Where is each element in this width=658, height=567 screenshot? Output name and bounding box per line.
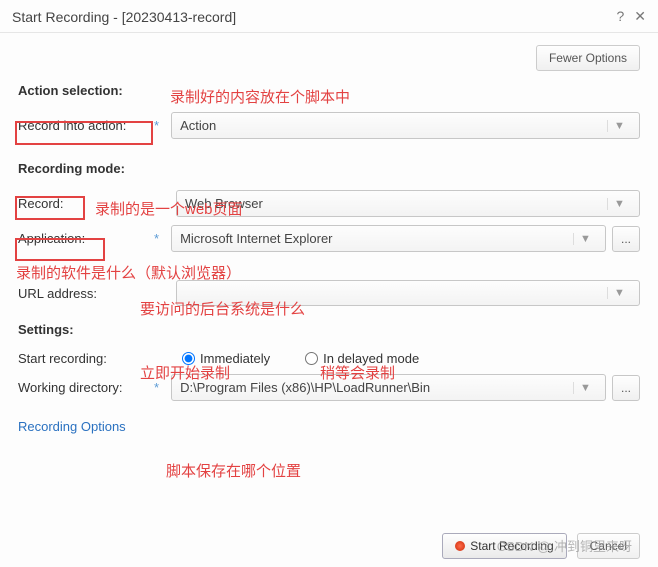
radio-immediately-input[interactable] <box>182 352 195 365</box>
record-mode-combo[interactable]: Web Browser ▼ <box>176 190 640 217</box>
chevron-down-icon: ▼ <box>607 198 631 210</box>
start-recording-label: Start recording: <box>18 351 146 366</box>
working-directory-label: Working directory: <box>18 380 146 395</box>
start-recording-radio-group: Immediately In delayed mode <box>182 351 419 366</box>
chevron-down-icon: ▼ <box>573 233 597 245</box>
watermark: CSDN @.冲到铜里来呀 <box>497 536 632 555</box>
chevron-down-icon: ▼ <box>573 382 597 394</box>
chevron-down-icon: ▼ <box>607 120 631 132</box>
title-icons: ? ✕ <box>616 8 646 25</box>
record-label: Record: <box>18 196 146 211</box>
url-address-label: URL address: <box>18 286 146 301</box>
titlebar: Start Recording - [20230413-record] ? ✕ <box>0 0 658 30</box>
required-star: * <box>154 380 159 395</box>
working-dir-combo[interactable]: D:\Program Files (x86)\HP\LoadRunner\Bin… <box>171 374 606 401</box>
working-dir-browse-button[interactable]: ... <box>612 375 640 401</box>
radio-delayed[interactable]: In delayed mode <box>305 351 419 366</box>
record-into-action-label: Record into action: <box>18 118 146 133</box>
annotation-text: 脚本保存在哪个位置 <box>166 460 301 481</box>
window-title: Start Recording - [20230413-record] <box>12 9 616 25</box>
required-star: * <box>154 118 159 133</box>
application-label: Application: <box>18 231 146 246</box>
radio-delayed-input[interactable] <box>305 352 318 365</box>
application-combo[interactable]: Microsoft Internet Explorer ▼ <box>171 225 606 252</box>
recording-options-link[interactable]: Recording Options <box>18 419 126 434</box>
required-star: * <box>154 231 159 246</box>
chevron-down-icon: ▼ <box>607 287 631 299</box>
radio-immediately[interactable]: Immediately <box>182 351 270 366</box>
content: Fewer Options Action selection: Record i… <box>0 35 658 434</box>
fewer-options-button[interactable]: Fewer Options <box>536 45 640 71</box>
help-icon[interactable]: ? <box>616 8 624 25</box>
application-browse-button[interactable]: ... <box>612 226 640 252</box>
url-combo[interactable]: ▼ <box>176 280 640 306</box>
close-icon[interactable]: ✕ <box>634 8 646 25</box>
recording-mode-label: Recording mode: <box>18 161 125 176</box>
action-selection-label: Action selection: <box>18 83 123 98</box>
settings-label: Settings: <box>18 322 74 337</box>
record-icon <box>455 541 465 551</box>
action-combo[interactable]: Action ▼ <box>171 112 640 139</box>
